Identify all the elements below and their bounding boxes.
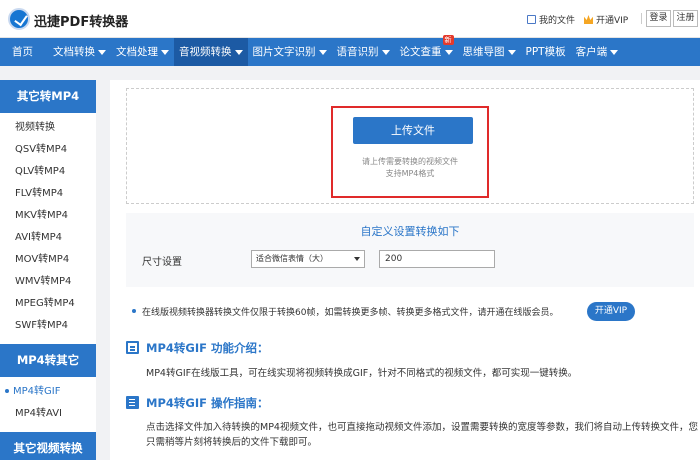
nav-label: PPT模板 [525, 46, 566, 58]
chevron-down-icon [98, 49, 106, 55]
size-input[interactable]: 200 [379, 250, 495, 268]
guide-title: MP4转GIF 操作指南： [146, 396, 269, 410]
open-vip-link[interactable]: 开通VIP [584, 13, 628, 26]
guide-list-icon [126, 396, 139, 409]
open-vip-button[interactable]: 开通VIP [587, 302, 635, 321]
chevron-down-icon [507, 49, 516, 55]
nav-doc-process[interactable]: 文档处理 [111, 38, 174, 66]
settings-panel: 自定义设置转换如下 尺寸设置 适合微信表情（大） 200 [126, 213, 694, 287]
top-divider [641, 13, 642, 24]
sidebar-item[interactable]: WMV转MP4 [0, 271, 96, 293]
upload-format-hint: 支持MP4格式 [385, 169, 435, 178]
open-vip-label: 开通VIP [596, 16, 629, 26]
login-button[interactable]: 登录 [646, 10, 671, 27]
sidebar-item-selected[interactable]: MP4转GIF [0, 381, 96, 403]
nav-ppt[interactable]: PPT模板 [521, 38, 571, 66]
sidebar-item-label: MP4转GIF [13, 386, 61, 397]
chevron-down-icon [318, 49, 327, 55]
nav-label: 文档处理 [116, 46, 158, 58]
app-name[interactable]: 迅捷PDF转换器 [34, 11, 128, 30]
sidebar-item[interactable]: AVI转MP4 [0, 227, 96, 249]
selected-dot-icon [5, 389, 9, 393]
guide-body-line1: 点击选择文件加入待转换的MP4视频文件，也可直接拖动视频文件添加，设置需要转换的… [146, 422, 698, 433]
nav-thesis-check[interactable]: 论文查重新 [395, 35, 458, 66]
notice-text: 在线版视频转换器转换文件仅限于转换60帧，如需转换更多帧、转换更多格式文件，请开… [142, 308, 559, 318]
upload-hint: 请上传需要转换的视频文件 [362, 157, 458, 166]
nav-label: 首页 [12, 46, 33, 58]
upload-file-button[interactable]: 上传文件 [353, 117, 473, 144]
highlight-box: 上传文件 请上传需要转换的视频文件 支持MP4格式 [331, 106, 489, 198]
sidebar-group-title: 其它转MP4 [0, 80, 96, 113]
register-button[interactable]: 注册 [673, 10, 698, 27]
main-nav: 首页 文档转换 文档处理 音视频转换 图片文字识别 语音识别 论文查重新 思维导… [0, 35, 700, 66]
sidebar-item[interactable]: MPEG转MP4 [0, 293, 96, 315]
nav-image-ocr[interactable]: 图片文字识别 [248, 38, 332, 66]
nav-label: 语音识别 [336, 46, 379, 58]
nav-label: 思维导图 [462, 46, 505, 58]
main-content: 上传文件 请上传需要转换的视频文件 支持MP4格式 自定义设置转换如下 尺寸设置… [110, 80, 700, 460]
app-logo-icon[interactable] [8, 8, 30, 30]
sidebar-item[interactable]: MKV转MP4 [0, 205, 96, 227]
sidebar-item[interactable]: 视频转换 [0, 117, 96, 139]
size-label: 尺寸设置 [142, 257, 182, 268]
nav-label: 音视频转换 [179, 46, 232, 58]
intro-body: MP4转GIF在线版工具，可在线实现将视频转换成GIF，针对不同格式的视频文件，… [146, 368, 578, 379]
sidebar-item[interactable]: QSV转MP4 [0, 139, 96, 161]
my-docs-link[interactable]: 我的文件 [527, 13, 575, 26]
chevron-down-icon [610, 49, 619, 55]
chevron-down-icon [234, 49, 243, 55]
nav-label: 客户端 [575, 46, 608, 58]
sidebar-group-title: MP4转其它 [0, 344, 96, 377]
chevron-down-icon [444, 49, 453, 55]
document-icon [527, 15, 536, 24]
my-docs-label: 我的文件 [539, 16, 576, 26]
chevron-down-icon [161, 49, 169, 55]
bullet-icon [132, 309, 136, 313]
intro-doc-icon [126, 341, 139, 354]
guide-body-line2: 只需稍等片刻将转换后的文件下载即可。 [146, 437, 318, 448]
chevron-down-icon [381, 49, 390, 55]
nav-label: 文档转换 [53, 46, 95, 58]
nav-mindmap[interactable]: 思维导图 [458, 38, 521, 66]
nav-home[interactable]: 首页 [0, 38, 49, 66]
nav-av-convert[interactable]: 音视频转换 [174, 38, 248, 66]
settings-title: 自定义设置转换如下 [360, 225, 460, 238]
sidebar-item[interactable]: MOV转MP4 [0, 249, 96, 271]
sidebar: 其它转MP4 视频转换 QSV转MP4 QLV转MP4 FLV转MP4 MKV转… [0, 80, 96, 460]
size-select-value: 适合微信表情（大） [256, 254, 328, 263]
member-notice: 在线版视频转换器转换文件仅限于转换60帧，如需转换更多帧、转换更多格式文件，请开… [126, 300, 694, 324]
chevron-down-icon [354, 257, 360, 261]
top-bar: 迅捷PDF转换器 我的文件 开通VIP 登录 注册 [0, 0, 700, 38]
intro-title: MP4转GIF 功能介绍： [146, 341, 269, 355]
nav-doc-convert[interactable]: 文档转换 [49, 38, 111, 66]
sidebar-item[interactable]: QLV转MP4 [0, 161, 96, 183]
nav-speech[interactable]: 语音识别 [332, 38, 395, 66]
new-badge: 新 [442, 35, 454, 45]
nav-client[interactable]: 客户端 [571, 38, 624, 66]
sidebar-group-title: 其它视频转换 [0, 432, 96, 460]
size-select[interactable]: 适合微信表情（大） [251, 250, 365, 268]
nav-label: 图片文字识别 [252, 46, 316, 58]
crown-icon [584, 15, 593, 24]
sidebar-item[interactable]: FLV转MP4 [0, 183, 96, 205]
nav-label: 论文查重 [399, 46, 442, 58]
sidebar-item[interactable]: SWF转MP4 [0, 315, 96, 337]
sidebar-item[interactable]: MP4转AVI [0, 403, 96, 425]
upload-dropzone[interactable]: 上传文件 请上传需要转换的视频文件 支持MP4格式 [126, 88, 694, 204]
